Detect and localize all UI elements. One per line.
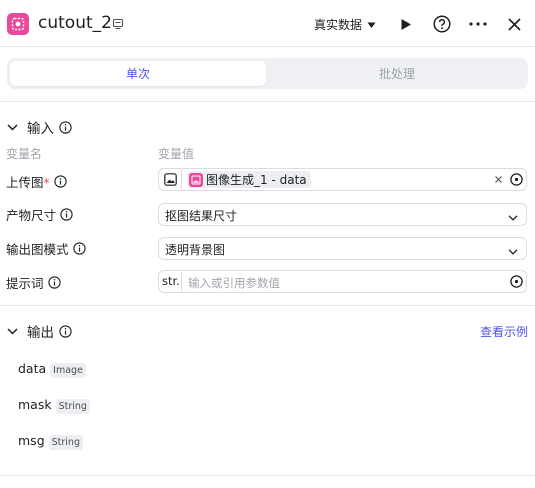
section-divider bbox=[0, 475, 535, 476]
run-button[interactable] bbox=[395, 13, 417, 35]
output-type-tag: String bbox=[48, 435, 83, 450]
param-label-output-size: 产物尺寸 bbox=[6, 205, 73, 224]
variable-reference-icon[interactable] bbox=[510, 173, 523, 190]
field-separator bbox=[181, 170, 182, 189]
clear-icon[interactable] bbox=[494, 173, 503, 188]
info-icon[interactable] bbox=[54, 175, 67, 188]
info-icon[interactable] bbox=[59, 120, 72, 134]
node-title: cutout_2 bbox=[38, 13, 112, 33]
param-label-text: 输出图模式 bbox=[6, 242, 69, 257]
output-section-header[interactable]: 输出 bbox=[7, 321, 72, 341]
help-icon bbox=[433, 15, 451, 33]
param-label-text: 上传图 bbox=[6, 175, 44, 190]
section-divider bbox=[0, 305, 535, 306]
info-icon[interactable] bbox=[59, 324, 72, 338]
view-example-link[interactable]: 查看示例 bbox=[480, 323, 528, 340]
string-type-prefix: str. bbox=[162, 274, 180, 288]
chevron-down-icon bbox=[7, 327, 18, 335]
output-item: data Image bbox=[18, 361, 86, 378]
param-label-prompt: 提示词 bbox=[6, 273, 61, 292]
play-icon bbox=[401, 18, 411, 30]
tab-batch[interactable]: 批处理 bbox=[269, 61, 525, 86]
info-icon[interactable] bbox=[72, 242, 86, 255]
info-icon[interactable] bbox=[47, 276, 61, 289]
output-type-tag: Image bbox=[50, 363, 86, 378]
chevron-down-icon bbox=[508, 244, 518, 259]
chevron-down-icon bbox=[7, 123, 18, 131]
data-mode-label: 真实数据 bbox=[314, 18, 363, 32]
panel-header: cutout_2 真实数据 bbox=[0, 0, 535, 48]
cutout-app-icon bbox=[7, 13, 29, 35]
info-icon[interactable] bbox=[60, 208, 73, 221]
param-label-text: 提示词 bbox=[6, 276, 44, 291]
reference-chip[interactable]: 图像生成_1 - data bbox=[187, 171, 311, 188]
chevron-down-icon bbox=[508, 210, 518, 225]
help-button[interactable] bbox=[431, 13, 453, 35]
input-section-header[interactable]: 输入 bbox=[7, 117, 72, 137]
reference-chip-label: 图像生成_1 - data bbox=[206, 173, 307, 187]
column-header-value: 变量值 bbox=[158, 147, 195, 161]
output-type-tag: String bbox=[55, 399, 90, 414]
image-generation-node-icon bbox=[189, 172, 203, 187]
output-name: mask bbox=[18, 397, 52, 412]
variable-reference-icon[interactable] bbox=[510, 275, 523, 292]
output-item: mask String bbox=[18, 397, 90, 414]
column-header-name: 变量名 bbox=[6, 147, 43, 161]
field-separator bbox=[181, 272, 182, 291]
run-mode-tabs: 单次 批处理 bbox=[7, 58, 528, 89]
output-mode-select[interactable]: 透明背景图 bbox=[158, 237, 527, 260]
output-item: msg String bbox=[18, 433, 83, 450]
prompt-input-field[interactable]: str. 输入或引用参数值 bbox=[158, 270, 527, 293]
output-section-title: 输出 bbox=[27, 325, 54, 341]
prompt-placeholder: 输入或引用参数值 bbox=[188, 276, 280, 290]
param-label-output-mode: 输出图模式 bbox=[6, 239, 86, 258]
input-section-title: 输入 bbox=[27, 121, 54, 137]
more-icon bbox=[469, 22, 487, 26]
output-mode-value: 透明背景图 bbox=[165, 243, 226, 257]
output-name: msg bbox=[18, 433, 45, 448]
image-type-icon bbox=[164, 173, 177, 190]
data-mode-dropdown[interactable]: 真实数据 bbox=[314, 16, 376, 33]
header-divider bbox=[0, 46, 535, 47]
output-size-value: 抠图结果尺寸 bbox=[165, 209, 238, 223]
close-icon bbox=[507, 17, 521, 31]
caret-down-icon bbox=[367, 18, 376, 32]
tabs-divider bbox=[0, 101, 535, 102]
required-mark: * bbox=[43, 175, 50, 190]
param-label-upload-image: 上传图* bbox=[6, 172, 67, 191]
output-name: data bbox=[18, 361, 47, 376]
more-options-button[interactable] bbox=[467, 13, 489, 35]
close-button[interactable] bbox=[503, 13, 525, 35]
node-type-icon bbox=[112, 18, 124, 34]
param-label-text: 产物尺寸 bbox=[6, 208, 57, 223]
output-size-select[interactable]: 抠图结果尺寸 bbox=[158, 203, 527, 226]
tab-single[interactable]: 单次 bbox=[10, 61, 266, 86]
upload-image-reference-field[interactable]: 图像生成_1 - data bbox=[158, 168, 527, 191]
